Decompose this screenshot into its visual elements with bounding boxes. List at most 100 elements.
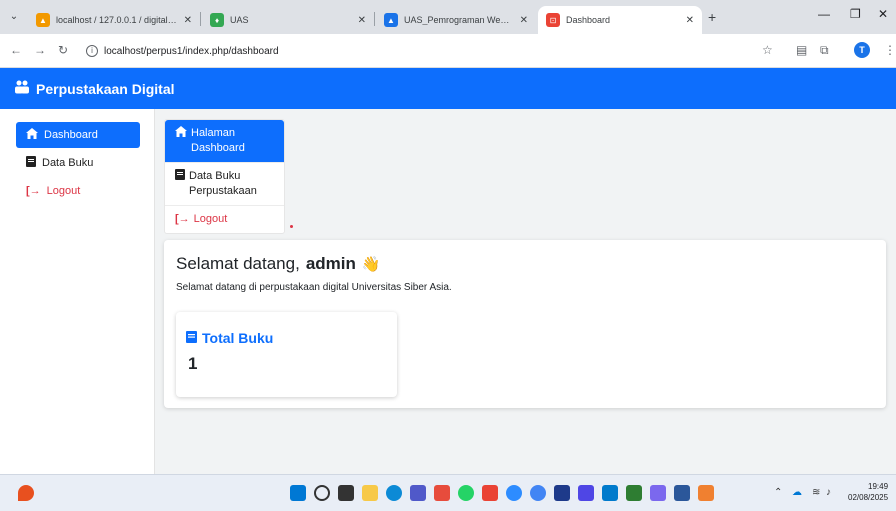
puzzle-icon[interactable]: ⧉ — [820, 43, 829, 58]
task-view-icon[interactable] — [338, 485, 354, 501]
app-navbar: Perpustakaan Digital — [0, 68, 896, 109]
menu-dots-icon[interactable]: ⋮ — [884, 43, 896, 57]
app-icon[interactable] — [554, 485, 570, 501]
total-books-card: Total Buku 1 — [176, 312, 397, 397]
url-input[interactable]: i localhost/perpus1/index.php/dashboard — [86, 39, 786, 63]
sidebar: Dashboard Data Buku [→ Logout — [0, 109, 155, 474]
cloud-icon[interactable]: ☁ — [792, 487, 802, 498]
restore-button[interactable]: ❐ — [850, 7, 861, 21]
gmail-icon[interactable] — [482, 485, 498, 501]
home-icon — [175, 126, 187, 156]
browser-tab-strip: ⌄ ▲ localhost / 127.0.0.1 / digital_p...… — [0, 0, 896, 34]
inner-nav-label: Logout — [193, 213, 228, 225]
red-dot — [290, 225, 293, 228]
extension-icon[interactable]: ▤ — [796, 43, 807, 57]
reload-icon[interactable]: ↻ — [58, 43, 68, 57]
close-icon[interactable]: ✕ — [184, 15, 192, 26]
welcome-card: Selamat datang, admin 👋 Selamat datang d… — [164, 240, 886, 408]
username: admin — [305, 254, 356, 273]
url-text: localhost/perpus1/index.php/dashboard — [104, 45, 279, 57]
whatsapp-icon[interactable] — [458, 485, 474, 501]
sidebar-item-label: Dashboard — [44, 129, 98, 141]
vscode-icon[interactable] — [602, 485, 618, 501]
new-tab-button[interactable]: + — [708, 9, 716, 25]
phpmyadmin-icon: ▲ — [36, 13, 50, 27]
brand[interactable]: Perpustakaan Digital — [14, 80, 175, 97]
teams-icon[interactable] — [410, 485, 426, 501]
inner-nav-dashboard[interactable]: Halaman Dashboard — [165, 120, 284, 163]
stat-value: 1 — [188, 354, 198, 373]
edge-icon[interactable] — [386, 485, 402, 501]
zoom-icon[interactable] — [506, 485, 522, 501]
word-icon[interactable] — [674, 485, 690, 501]
users-icon — [14, 80, 30, 97]
home-icon — [26, 128, 38, 142]
close-icon[interactable]: ✕ — [358, 15, 366, 26]
minimize-button[interactable]: — — [818, 7, 830, 21]
tab-title: Dashboard — [566, 15, 611, 25]
sign-out-icon: [→ — [26, 185, 41, 197]
back-arrow-icon[interactable]: ← — [10, 43, 22, 57]
close-window-button[interactable]: ✕ — [878, 7, 888, 21]
tab-divider — [374, 12, 375, 26]
greeting-text: Selamat datang, — [176, 254, 300, 273]
inner-nav-label: Halaman Dashboard — [191, 127, 245, 154]
clock-time: 19:49 — [868, 482, 889, 491]
app-icon[interactable] — [626, 485, 642, 501]
browser-tab-uas[interactable]: ♦ UAS ✕ — [202, 6, 374, 34]
tab-title: localhost / 127.0.0.1 / digital_p... — [56, 15, 178, 25]
chrome-icon[interactable] — [530, 485, 546, 501]
close-icon[interactable]: ✕ — [520, 15, 528, 26]
taskbar: ⌃ ☁ ≋ ♪ 19:49 02/08/2025 — [0, 474, 896, 511]
book-icon — [186, 330, 197, 346]
inner-nav-label: Data Buku Perpustakaan — [189, 170, 257, 197]
wifi-icon[interactable]: ≋ — [812, 487, 820, 498]
app-icon[interactable] — [698, 485, 714, 501]
sidebar-item-data-buku[interactable]: Data Buku — [16, 150, 140, 176]
sidebar-item-label: Data Buku — [42, 157, 94, 169]
bookmark-star-icon[interactable]: ☆ — [762, 43, 773, 57]
forward-arrow-icon[interactable]: → — [34, 43, 46, 57]
stat-label-text: Total Buku — [202, 330, 274, 346]
browser-tab-gdrive[interactable]: ▲ UAS_Pemrograman Web II_IF40... ✕ — [376, 6, 536, 34]
tab-search-button[interactable]: ⌄ — [6, 9, 22, 25]
inner-nav-logout[interactable]: [→ Logout — [165, 206, 284, 233]
profile-avatar-icon[interactable]: T — [854, 42, 870, 58]
brand-title: Perpustakaan Digital — [36, 80, 175, 97]
sidebar-item-logout[interactable]: [→ Logout — [16, 178, 140, 204]
clock[interactable]: 19:49 02/08/2025 — [848, 481, 888, 503]
welcome-subtitle: Selamat datang di perpustakaan digital U… — [176, 282, 452, 293]
dashboard-favicon-icon: ⊡ — [546, 13, 560, 27]
uas-icon: ♦ — [210, 13, 224, 27]
tab-title: UAS_Pemrograman Web II_IF40... — [404, 15, 514, 25]
clock-date: 02/08/2025 — [848, 493, 889, 502]
welcome-title: Selamat datang, admin 👋 — [176, 254, 381, 274]
search-icon[interactable] — [314, 485, 330, 501]
site-info-icon[interactable]: i — [86, 45, 98, 57]
browser-tab-phpmyadmin[interactable]: ▲ localhost / 127.0.0.1 / digital_p... ✕ — [28, 6, 200, 34]
inner-nav-data-buku[interactable]: Data Buku Perpustakaan — [165, 163, 284, 206]
browser-tab-dashboard[interactable]: ⊡ Dashboard ✕ — [538, 6, 702, 34]
sign-out-icon: [→ — [175, 213, 190, 225]
chevron-up-icon[interactable]: ⌃ — [774, 487, 782, 498]
app-icon[interactable] — [578, 485, 594, 501]
tab-title: UAS — [230, 15, 249, 25]
google-drive-icon: ▲ — [384, 13, 398, 27]
start-menu-icon[interactable] — [290, 485, 306, 501]
tab-divider — [200, 12, 201, 26]
stat-label: Total Buku — [186, 330, 273, 346]
volume-icon[interactable]: ♪ — [826, 487, 831, 498]
address-bar-row: ← → ↻ i localhost/perpus1/index.php/dash… — [0, 34, 896, 68]
sidebar-item-label: Logout — [46, 185, 81, 197]
close-icon[interactable]: ✕ — [686, 15, 694, 26]
waving-hand-icon: 👋 — [361, 256, 381, 273]
office-icon[interactable] — [434, 485, 450, 501]
file-explorer-icon[interactable] — [362, 485, 378, 501]
app-icon[interactable] — [650, 485, 666, 501]
widgets-icon[interactable] — [18, 485, 34, 501]
book-icon — [26, 156, 36, 170]
inner-navigation: Halaman Dashboard Data Buku Perpustakaan… — [164, 119, 285, 234]
book-icon — [175, 169, 185, 199]
sidebar-item-dashboard[interactable]: Dashboard — [16, 122, 140, 148]
main-content: Halaman Dashboard Data Buku Perpustakaan… — [155, 109, 896, 474]
